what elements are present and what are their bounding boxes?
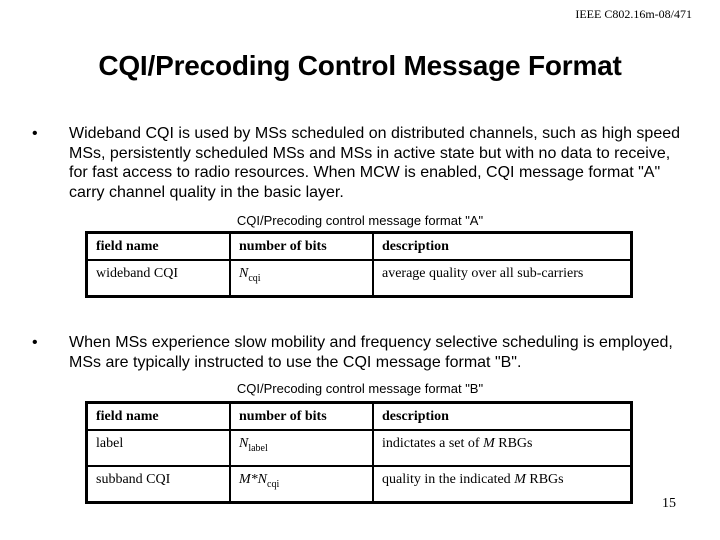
page-number: 15: [662, 496, 676, 511]
table-header-row: field name number of bits description: [85, 231, 633, 261]
header-description: description: [372, 401, 633, 431]
header-number-of-bits: number of bits: [229, 401, 374, 431]
bits-symbol: N: [257, 472, 268, 487]
cell-field: subband CQI: [85, 465, 231, 504]
cell-description: average quality over all sub-carriers: [372, 259, 633, 298]
cell-field: wideband CQI: [85, 259, 231, 298]
bits-subscript: cqi: [267, 479, 280, 490]
header-field-name: field name: [85, 401, 231, 431]
table-b-caption: CQI/Precoding control message format "B": [236, 381, 484, 396]
bits-symbol: N: [239, 266, 249, 281]
table-header-row: field name number of bits description: [85, 401, 633, 431]
cell-description: indictates a set of M RBGs: [372, 429, 633, 467]
desc-text: RBGs: [525, 472, 564, 487]
bullet-text: Wideband CQI is used by MSs scheduled on…: [69, 125, 681, 201]
cell-bits: Nlabel: [229, 429, 374, 467]
bits-symbol: N: [239, 436, 249, 451]
desc-text: quality in the indicated: [382, 472, 515, 487]
header-number-of-bits: number of bits: [229, 231, 374, 261]
bits-prefix: M*: [239, 472, 258, 487]
table-format-a: field name number of bits description wi…: [85, 231, 633, 298]
header-field-name: field name: [85, 231, 231, 261]
table-row: wideband CQI Ncqi average quality over a…: [85, 259, 633, 298]
bullet-wideband-cqi: • Wideband CQI is used by MSs scheduled …: [30, 124, 690, 202]
bits-subscript: label: [248, 443, 268, 454]
header-description: description: [372, 231, 633, 261]
bullet-format-b: • When MSs experience slow mobility and …: [30, 333, 690, 372]
document-id: IEEE C802.16m-08/471: [575, 7, 692, 21]
table-row: subband CQI M*Ncqi quality in the indica…: [85, 465, 633, 504]
cell-bits: Ncqi: [229, 259, 374, 298]
desc-variable: M: [514, 472, 526, 487]
bullet-text: When MSs experience slow mobility and fr…: [69, 334, 673, 371]
slide-title: CQI/Precoding Control Message Format: [98, 50, 622, 81]
cell-description: quality in the indicated M RBGs: [372, 465, 633, 504]
bullet-marker: •: [32, 125, 38, 142]
table-format-b: field name number of bits description la…: [85, 401, 633, 504]
table-a-caption: CQI/Precoding control message format "A": [236, 213, 484, 228]
desc-text: RBGs: [494, 436, 533, 451]
cell-field: label: [85, 429, 231, 467]
cell-bits: M*Ncqi: [229, 465, 374, 504]
table-row: label Nlabel indictates a set of M RBGs: [85, 429, 633, 467]
desc-text: indictates a set of: [382, 436, 484, 451]
bullet-marker: •: [32, 334, 38, 351]
desc-variable: M: [483, 436, 495, 451]
bits-subscript: cqi: [248, 273, 261, 284]
